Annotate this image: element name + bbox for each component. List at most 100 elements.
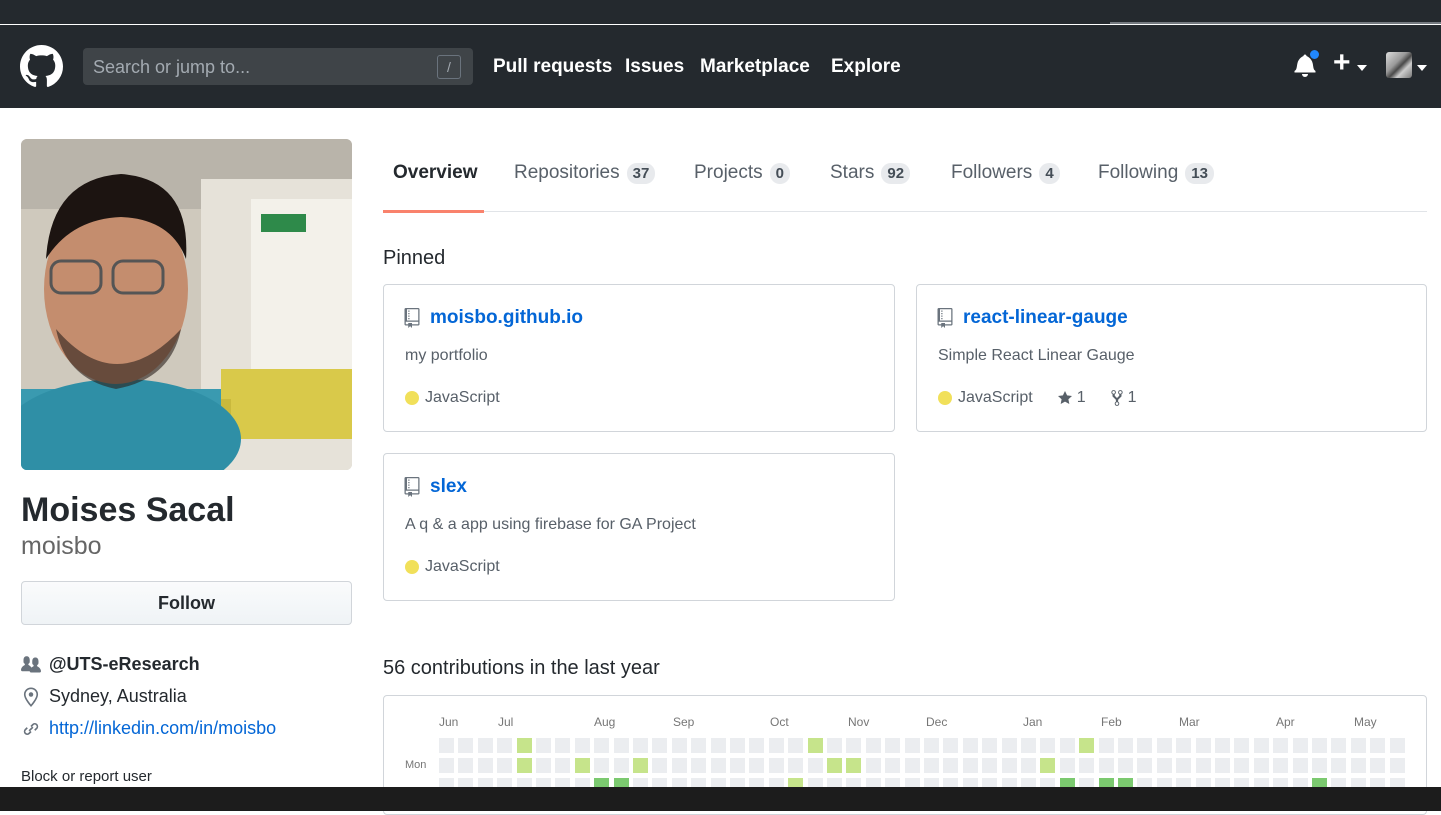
contribution-cell[interactable] xyxy=(1292,758,1308,773)
contribution-cell[interactable] xyxy=(439,738,454,753)
repo-stars-link[interactable]: 1 xyxy=(1057,389,1086,407)
contribution-cell[interactable] xyxy=(555,738,571,753)
contribution-cell[interactable] xyxy=(1350,758,1366,773)
contribution-cell[interactable] xyxy=(1001,758,1017,773)
contribution-cell[interactable] xyxy=(1137,758,1153,773)
contribution-cell[interactable] xyxy=(1195,758,1211,773)
organization-link[interactable]: @UTS-eResearch xyxy=(49,654,200,675)
contribution-cell[interactable] xyxy=(477,758,493,773)
contribution-cell[interactable] xyxy=(846,738,862,753)
contribution-cell[interactable] xyxy=(516,758,532,773)
contribution-cell[interactable] xyxy=(1195,738,1211,753)
contribution-cell[interactable] xyxy=(943,758,959,773)
contribution-cell[interactable] xyxy=(865,758,881,773)
contribution-cell[interactable] xyxy=(885,738,901,753)
contribution-cell[interactable] xyxy=(807,738,823,753)
contribution-cell[interactable] xyxy=(1079,758,1095,773)
contribution-cell[interactable] xyxy=(633,738,648,753)
contribution-cell[interactable] xyxy=(1001,738,1017,753)
contribution-cell[interactable] xyxy=(749,758,765,773)
contribution-cell[interactable] xyxy=(1215,738,1230,753)
contribution-cell[interactable] xyxy=(1137,738,1153,753)
contribution-cell[interactable] xyxy=(691,738,707,753)
contribution-cell[interactable] xyxy=(1312,738,1327,753)
user-avatar-menu[interactable] xyxy=(1386,52,1412,78)
contribution-cell[interactable] xyxy=(497,738,513,753)
contribution-cell[interactable] xyxy=(1118,738,1133,753)
contribution-cell[interactable] xyxy=(1176,738,1192,753)
tab-following[interactable]: Following 13 xyxy=(1098,162,1214,184)
contribution-cell[interactable] xyxy=(574,758,590,773)
contribution-cell[interactable] xyxy=(1234,738,1250,753)
contribution-cell[interactable] xyxy=(458,758,474,773)
search-input[interactable]: Search or jump to... / xyxy=(83,48,473,85)
repo-name-link[interactable]: moisbo.github.io xyxy=(430,307,583,329)
nav-pull-requests[interactable]: Pull requests xyxy=(493,56,612,78)
contribution-cell[interactable] xyxy=(1370,738,1386,753)
contribution-cell[interactable] xyxy=(671,758,687,773)
contribution-cell[interactable] xyxy=(555,758,571,773)
contribution-cell[interactable] xyxy=(904,758,920,773)
contribution-cell[interactable] xyxy=(1331,738,1347,753)
nav-marketplace[interactable]: Marketplace xyxy=(700,56,810,78)
contribution-cell[interactable] xyxy=(768,758,784,773)
contribution-cell[interactable] xyxy=(458,738,474,753)
contribution-cell[interactable] xyxy=(652,758,668,773)
contribution-cell[interactable] xyxy=(1156,738,1172,753)
contribution-cell[interactable] xyxy=(477,738,493,753)
contribution-cell[interactable] xyxy=(1215,758,1230,773)
contribution-cell[interactable] xyxy=(594,758,610,773)
contribution-cell[interactable] xyxy=(1292,738,1308,753)
contribution-cell[interactable] xyxy=(516,738,532,753)
contribution-cell[interactable] xyxy=(827,758,842,773)
contribution-cell[interactable] xyxy=(904,738,920,753)
contribution-cell[interactable] xyxy=(1059,738,1075,753)
contribution-cell[interactable] xyxy=(613,758,629,773)
tab-projects[interactable]: Projects 0 xyxy=(694,162,790,184)
contribution-cell[interactable] xyxy=(1040,738,1056,753)
follow-button[interactable]: Follow xyxy=(21,581,352,625)
notifications-button[interactable] xyxy=(1294,49,1320,77)
contribution-cell[interactable] xyxy=(574,738,590,753)
contribution-cell[interactable] xyxy=(1350,738,1366,753)
contribution-cell[interactable] xyxy=(1098,738,1114,753)
contribution-cell[interactable] xyxy=(1059,758,1075,773)
contribution-cell[interactable] xyxy=(1234,758,1250,773)
contribution-cell[interactable] xyxy=(982,738,998,753)
contribution-cell[interactable] xyxy=(594,738,610,753)
repo-name-link[interactable]: react-linear-gauge xyxy=(963,307,1128,329)
contribution-cell[interactable] xyxy=(924,738,939,753)
contribution-cell[interactable] xyxy=(807,758,823,773)
contribution-cell[interactable] xyxy=(730,738,745,753)
tab-overview[interactable]: Overview xyxy=(393,162,478,184)
contribution-cell[interactable] xyxy=(1118,758,1133,773)
repo-forks-link[interactable]: 1 xyxy=(1110,389,1137,407)
contribution-cell[interactable] xyxy=(536,738,551,753)
block-report-link[interactable]: Block or report user xyxy=(21,768,152,785)
contribution-cell[interactable] xyxy=(827,738,842,753)
repo-name-link[interactable]: slex xyxy=(430,476,467,498)
plus-icon[interactable]: + xyxy=(1333,47,1351,79)
contribution-cell[interactable] xyxy=(1273,738,1289,753)
contribution-cell[interactable] xyxy=(691,758,707,773)
contribution-cell[interactable] xyxy=(710,758,726,773)
contribution-cell[interactable] xyxy=(1389,758,1405,773)
contribution-cell[interactable] xyxy=(497,758,513,773)
contribution-cell[interactable] xyxy=(613,738,629,753)
website-link[interactable]: http://linkedin.com/in/moisbo xyxy=(49,718,276,739)
contribution-cell[interactable] xyxy=(710,738,726,753)
nav-explore[interactable]: Explore xyxy=(831,56,901,78)
tab-repositories[interactable]: Repositories 37 xyxy=(514,162,656,184)
contribution-cell[interactable] xyxy=(1370,758,1386,773)
contribution-cell[interactable] xyxy=(633,758,648,773)
contribution-cell[interactable] xyxy=(1079,738,1095,753)
tab-followers[interactable]: Followers 4 xyxy=(951,162,1060,184)
tab-stars[interactable]: Stars 92 xyxy=(830,162,911,184)
contribution-cell[interactable] xyxy=(962,738,978,753)
contribution-cell[interactable] xyxy=(768,738,784,753)
contribution-cell[interactable] xyxy=(652,738,668,753)
contribution-cell[interactable] xyxy=(1331,758,1347,773)
contribution-cell[interactable] xyxy=(962,758,978,773)
contribution-cell[interactable] xyxy=(730,758,745,773)
contribution-cell[interactable] xyxy=(865,738,881,753)
